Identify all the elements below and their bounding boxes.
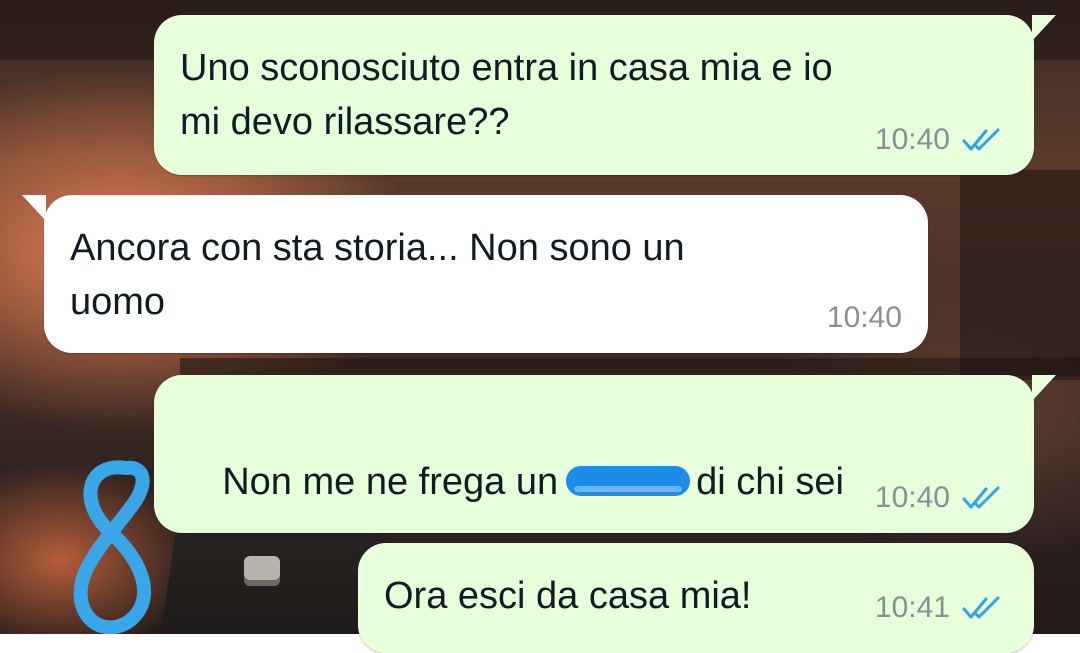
message-time: 10:40 <box>874 123 950 156</box>
message-meta: 10:41 <box>875 591 1008 625</box>
double-check-read-icon <box>962 596 1000 619</box>
double-check-read-icon <box>962 486 1000 509</box>
message-bubble-outgoing[interactable]: Non me ne frega un di chi sei 10:40 <box>154 375 1056 533</box>
message-meta: 10:40 <box>875 123 1008 157</box>
message-time: 10:40 <box>874 481 950 514</box>
message-text: Uno sconosciuto entra in casa mia e io m… <box>180 47 833 143</box>
message-meta: 10:40 <box>827 301 902 335</box>
message-text-after: di chi sei <box>696 461 844 503</box>
bubble-tail <box>1032 15 1056 41</box>
message-bubble-outgoing[interactable]: Uno sconosciuto entra in casa mia e io m… <box>154 15 1056 175</box>
message-bubble-outgoing[interactable]: Ora esci da casa mia! 10:41 <box>358 543 1034 653</box>
message-bubble-incoming[interactable]: Ancora con sta storia... Non sono un uom… <box>22 195 928 353</box>
wallpaper-bridge <box>180 358 1080 376</box>
handwritten-number-annotation-icon <box>73 460 151 634</box>
message-time: 10:41 <box>874 591 950 624</box>
bubble-tail <box>22 195 46 221</box>
message-text-before: Non me ne frega un <box>222 461 559 503</box>
message-time: 10:40 <box>826 301 902 334</box>
wallpaper-building <box>960 170 1080 380</box>
message-text: Ancora con sta storia... Non sono un uom… <box>70 227 685 323</box>
censor-scribble-icon <box>566 466 691 496</box>
message-text: Ora esci da casa mia! <box>384 575 752 617</box>
double-check-read-icon <box>962 128 1000 151</box>
message-text: Non me ne frega un di chi sei <box>180 401 844 563</box>
message-meta: 10:40 <box>875 481 1008 515</box>
bubble-tail <box>1032 375 1056 401</box>
